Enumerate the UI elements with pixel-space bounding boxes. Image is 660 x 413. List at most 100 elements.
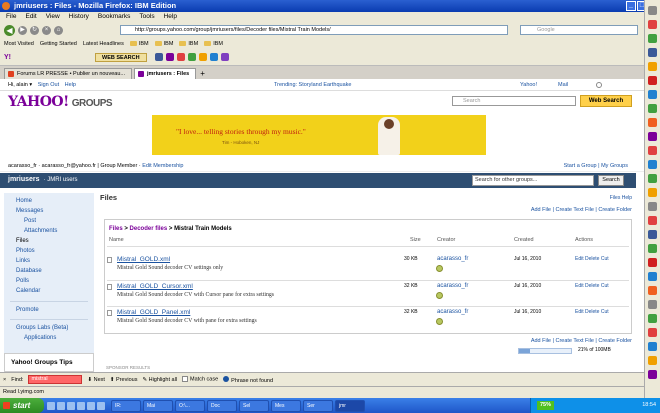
sidebar-item-calendar[interactable]: Calendar bbox=[16, 288, 40, 294]
toolbar-icon[interactable] bbox=[648, 216, 657, 225]
yahoo-link[interactable]: Yahoo! bbox=[520, 79, 537, 91]
file-row-actions[interactable]: Edit Delete Cut bbox=[575, 309, 609, 315]
sidebar-item-promote[interactable]: Promote bbox=[16, 307, 39, 313]
taskbar-button[interactable]: O:\... bbox=[175, 399, 205, 412]
yahoo-search-input[interactable]: Search bbox=[452, 96, 576, 106]
menu-file[interactable]: File bbox=[6, 12, 16, 22]
edit-membership-link[interactable]: Edit Membership bbox=[142, 163, 183, 169]
find-previous-button[interactable]: ⬆ Previous bbox=[110, 377, 138, 383]
taskbar-button[interactable]: Doc bbox=[207, 399, 237, 412]
finance-icon[interactable] bbox=[187, 53, 196, 61]
breadcrumb-decoder-files[interactable]: Decoder files bbox=[130, 226, 168, 232]
toolbar-icon[interactable] bbox=[648, 370, 657, 379]
quick-launch-icon[interactable] bbox=[47, 401, 55, 410]
web-search-submit-button[interactable]: Web Search bbox=[580, 95, 632, 107]
menu-bookmarks[interactable]: Bookmarks bbox=[98, 12, 131, 22]
toolbar-icon[interactable] bbox=[648, 356, 657, 365]
file-creator-link[interactable]: acarasso_fr bbox=[437, 256, 468, 262]
taskbar-button[interactable]: Ser bbox=[303, 399, 333, 412]
toolbar-icon[interactable] bbox=[648, 132, 657, 141]
browser-search-input[interactable]: Google bbox=[520, 25, 638, 35]
sidebar-item-files[interactable]: Files bbox=[16, 238, 29, 244]
toolbar-icon[interactable] bbox=[648, 6, 657, 15]
find-input[interactable]: mistral bbox=[28, 375, 83, 384]
column-header-created[interactable]: Created bbox=[514, 237, 534, 243]
greeting[interactable]: Hi, alain ▾ bbox=[8, 82, 32, 88]
back-button[interactable]: ◀ bbox=[4, 24, 15, 36]
news-icon[interactable] bbox=[176, 53, 185, 61]
web-search-button[interactable]: WEB SEARCH bbox=[95, 52, 147, 62]
sidebar-item-post[interactable]: Post bbox=[24, 218, 36, 224]
file-name-link[interactable]: Mistral_GOLD_Cursor.xml bbox=[117, 283, 193, 290]
menu-edit[interactable]: Edit bbox=[25, 12, 36, 22]
mail-link[interactable]: Mail bbox=[558, 79, 568, 91]
group-search-input[interactable]: Search for other groups... bbox=[472, 175, 594, 186]
stop-button[interactable]: × bbox=[42, 25, 51, 35]
toolbar-icon[interactable] bbox=[648, 342, 657, 351]
bookmark-most-visited[interactable]: Most Visited bbox=[4, 41, 34, 47]
toolbar-icon[interactable] bbox=[648, 328, 657, 337]
group-name[interactable]: jmriusers bbox=[8, 176, 40, 183]
menu-help[interactable]: Help bbox=[164, 12, 177, 22]
quick-launch-icon[interactable] bbox=[67, 401, 75, 410]
home-button[interactable]: ⌂ bbox=[54, 25, 63, 35]
file-creator-link[interactable]: acarasso_fr bbox=[437, 309, 468, 315]
breadcrumb-files[interactable]: Files bbox=[109, 226, 123, 232]
ad-banner[interactable]: "I love... telling stories through my mu… bbox=[152, 115, 486, 155]
group-search-button[interactable]: Search bbox=[598, 175, 624, 186]
yahoo-toolbar-logo[interactable]: Y! bbox=[4, 54, 11, 61]
toolbar-icon[interactable] bbox=[648, 48, 657, 57]
sidebar-item-links[interactable]: Links bbox=[16, 258, 30, 264]
toolbar-icon[interactable] bbox=[648, 300, 657, 309]
menu-tools[interactable]: Tools bbox=[139, 12, 154, 22]
bookmark-folder-ibm[interactable]: IBM bbox=[129, 41, 149, 47]
toolbar-icon[interactable] bbox=[648, 286, 657, 295]
file-row-actions[interactable]: Edit Delete Cut bbox=[575, 256, 609, 262]
toolbar-icon[interactable] bbox=[648, 174, 657, 183]
sidebar-item-applications[interactable]: Applications bbox=[24, 335, 56, 341]
file-name-link[interactable]: Mistral_GOLD.xml bbox=[117, 256, 170, 263]
toolbar-icon[interactable] bbox=[648, 160, 657, 169]
weather-icon[interactable] bbox=[198, 53, 207, 61]
toolbar-icon[interactable] bbox=[648, 104, 657, 113]
file-creator-link[interactable]: acarasso_fr bbox=[437, 283, 468, 289]
find-next-button[interactable]: ⬇ Next bbox=[87, 377, 104, 383]
bookmark-folder-ibm[interactable]: IBM bbox=[179, 41, 198, 47]
new-tab-button[interactable]: + bbox=[200, 69, 205, 79]
column-header-size[interactable]: Size bbox=[410, 237, 421, 243]
taskbar-button[interactable]: Sel bbox=[239, 399, 269, 412]
taskbar-button[interactable]: Mes bbox=[271, 399, 301, 412]
battery-indicator[interactable]: 75% bbox=[537, 401, 555, 410]
yahoo-icon[interactable] bbox=[165, 53, 174, 61]
bookmark-folder-ibm[interactable]: IBM bbox=[154, 41, 173, 47]
forward-button[interactable]: ▶ bbox=[18, 25, 27, 35]
taskbar-button[interactable]: Mai bbox=[143, 399, 173, 412]
sidebar-item-messages[interactable]: Messages bbox=[16, 208, 43, 214]
sidebar-item-groups-labs[interactable]: Groups Labs (Beta) bbox=[16, 325, 68, 331]
menu-view[interactable]: View bbox=[46, 12, 60, 22]
taskbar-button-active[interactable]: jmr bbox=[335, 399, 365, 412]
gear-icon[interactable] bbox=[596, 82, 602, 88]
my-groups-link[interactable]: My Groups bbox=[601, 163, 628, 169]
sidebar-item-polls[interactable]: Polls bbox=[16, 278, 29, 284]
start-group-link[interactable]: Start a Group bbox=[564, 163, 597, 169]
toolbar-icon[interactable] bbox=[648, 314, 657, 323]
toolbar-icon[interactable] bbox=[648, 272, 657, 281]
column-header-creator[interactable]: Creator bbox=[437, 237, 455, 243]
help-link[interactable]: Help bbox=[65, 82, 76, 88]
toolbar-icon[interactable] bbox=[648, 90, 657, 99]
reload-button[interactable]: ↻ bbox=[30, 25, 39, 35]
tab-jmriusers-files[interactable]: jmriusers : Files bbox=[134, 68, 197, 79]
toolbar-icon[interactable] bbox=[648, 188, 657, 197]
quick-launch-icon[interactable] bbox=[57, 401, 65, 410]
file-row-actions[interactable]: Edit Delete Cut bbox=[575, 283, 609, 289]
start-button[interactable]: start bbox=[0, 398, 44, 413]
files-help-link[interactable]: Files Help bbox=[610, 195, 632, 201]
toolbar-icon[interactable] bbox=[648, 146, 657, 155]
tab-forums[interactable]: Forums LR PRESSE • Publier un nouveau... bbox=[4, 68, 133, 79]
match-case-checkbox[interactable]: Match case bbox=[182, 376, 218, 383]
sidebar-item-attachments[interactable]: Attachments bbox=[24, 228, 57, 234]
toolbar-icon[interactable] bbox=[648, 20, 657, 29]
mail-icon[interactable] bbox=[209, 53, 218, 61]
toolbar-icon[interactable] bbox=[648, 202, 657, 211]
